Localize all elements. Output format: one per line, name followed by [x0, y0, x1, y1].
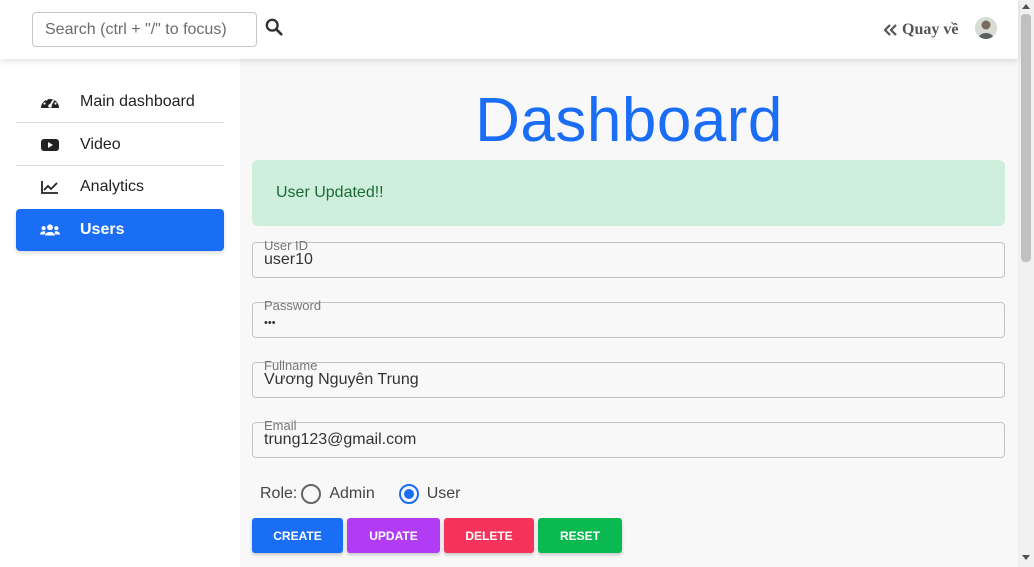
vertical-scrollbar[interactable]	[1018, 0, 1034, 567]
scroll-up-icon[interactable]	[1022, 4, 1030, 9]
password-field[interactable]: Password •••	[252, 298, 1005, 338]
sidebar-item-users[interactable]: Users	[16, 209, 224, 251]
create-button[interactable]: CREATE	[252, 518, 343, 553]
fullname-field[interactable]: Fullname Vương Nguyên Trung	[252, 359, 1005, 398]
user-avatar-icon	[975, 17, 997, 39]
gauge-icon	[40, 92, 60, 112]
users-icon	[40, 220, 60, 240]
alert-message: User Updated!!	[276, 184, 384, 201]
sidebar-item-label: Analytics	[80, 178, 145, 195]
search-button[interactable]	[265, 18, 287, 40]
email-value: trung123@gmail.com	[264, 431, 417, 448]
youtube-icon	[40, 135, 60, 155]
avatar[interactable]	[975, 17, 997, 39]
sidebar-item-label: Video	[80, 135, 121, 153]
role-user-radio[interactable]	[398, 484, 419, 504]
password-value: •••	[264, 317, 276, 329]
role-admin-label[interactable]: Admin	[329, 485, 374, 503]
scroll-thumb[interactable]	[1021, 14, 1031, 262]
back-label: Quay về	[902, 21, 959, 38]
reset-button[interactable]: RESET	[538, 518, 622, 553]
update-button[interactable]: UPDATE	[347, 518, 440, 553]
role-admin-radio[interactable]	[301, 484, 322, 504]
email-field[interactable]: Email trung123@gmail.com	[252, 419, 1005, 458]
main-content: Dashboard User Updated!! User ID user10 …	[240, 59, 1018, 567]
user-id-field[interactable]: User ID user10	[252, 239, 1005, 278]
user-id-value: user10	[264, 251, 313, 268]
role-label: Role:	[260, 485, 298, 502]
sidebar: Main dashboard Video Analytics Users	[0, 59, 240, 567]
scroll-down-icon[interactable]	[1022, 555, 1030, 560]
top-bar: Quay về	[0, 0, 1018, 59]
page-title: Dashboard	[475, 86, 783, 155]
sidebar-item-main-dashboard[interactable]: Main dashboard	[16, 81, 224, 123]
back-link[interactable]: Quay về	[884, 19, 958, 41]
role-selector: Role: Admin User	[260, 483, 481, 505]
chart-line-icon	[40, 177, 60, 197]
double-chevron-left-icon	[884, 24, 897, 36]
fullname-value: Vương Nguyên Trung	[264, 371, 419, 388]
sidebar-item-label: Users	[80, 221, 125, 238]
role-user-label[interactable]: User	[427, 485, 461, 503]
sidebar-item-analytics[interactable]: Analytics	[16, 166, 224, 208]
sidebar-item-label: Main dashboard	[80, 92, 195, 110]
password-label: Password	[264, 298, 322, 313]
delete-button[interactable]: DELETE	[444, 518, 534, 553]
success-alert: User Updated!!	[252, 160, 1005, 226]
search-icon	[265, 18, 283, 36]
sidebar-item-video[interactable]: Video	[16, 124, 224, 166]
search-input[interactable]	[32, 12, 257, 47]
